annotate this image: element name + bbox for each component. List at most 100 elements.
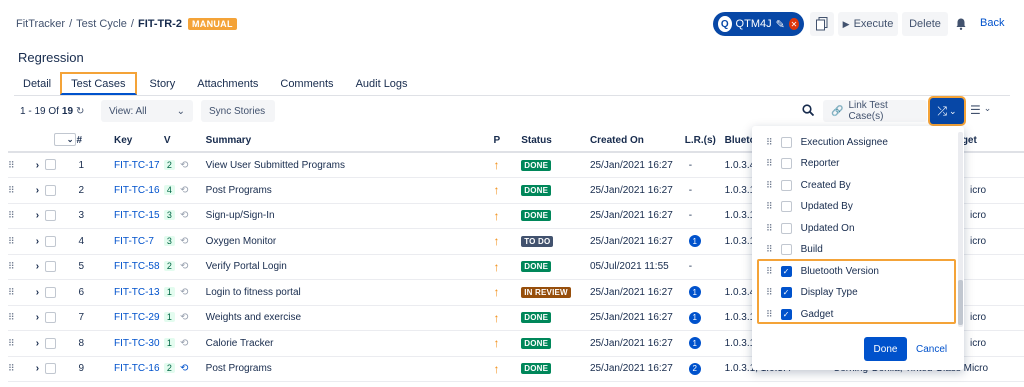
column-option[interactable]: ⠿ Reporter [766,154,840,174]
scrollbar-thumb[interactable] [958,280,963,325]
row-checkbox[interactable] [45,184,57,196]
drag-handle-icon[interactable]: ⠿ [8,236,15,246]
sync-icon[interactable]: ⟲ [180,363,188,374]
tab-test-cases[interactable]: Test Cases [60,72,137,95]
col-header-v[interactable]: V [164,135,171,146]
col-header-key[interactable]: Key [114,135,132,146]
expand-chevron-icon[interactable]: › [36,210,39,221]
column-option[interactable]: ⠿ Updated On [766,218,855,238]
expand-chevron-icon[interactable]: › [36,287,39,298]
linked-req-count[interactable]: 1 [688,337,701,350]
drag-handle-icon[interactable]: ⠿ [766,158,773,169]
drag-handle-icon[interactable]: ⠿ [8,160,15,170]
row-checkbox[interactable] [45,159,57,171]
col-header-status[interactable]: Status [521,135,552,146]
version-badge[interactable]: 4 [163,184,175,195]
drag-handle-icon[interactable]: ⠿ [8,363,15,373]
sync-icon[interactable]: ⟲ [180,185,188,196]
expand-chevron-icon[interactable]: › [36,261,39,272]
test-case-summary[interactable]: Post Programs [206,363,272,374]
test-case-summary[interactable]: Verify Portal Login [206,261,287,272]
notifications-button[interactable] [953,12,969,36]
column-option[interactable]: ⠿ Execution Assignee [766,132,888,152]
col-header-linked-requirements[interactable]: L.R.(s) [685,135,716,146]
select-all-checkbox[interactable] [56,135,65,144]
drag-handle-icon[interactable]: ⠿ [766,137,773,148]
version-badge[interactable]: 2 [163,261,175,272]
drag-handle-icon[interactable]: ⠿ [8,185,15,195]
row-checkbox[interactable] [45,312,57,324]
test-case-summary[interactable]: Weights and exercise [206,312,301,323]
row-checkbox[interactable] [45,337,57,349]
test-case-key-link[interactable]: FIT-TC-13 [114,287,160,298]
version-badge[interactable]: 3 [163,210,175,221]
sync-icon[interactable]: ⟲ [180,160,188,171]
test-case-key-link[interactable]: FIT-TC-15 [114,210,160,221]
link-test-case-button[interactable]: 🔗 Link Test Case(s) [823,100,927,122]
sync-icon[interactable]: ⟲ [180,287,188,298]
search-icon[interactable] [802,104,815,119]
column-option-checkbox[interactable] [780,136,792,148]
expand-chevron-icon[interactable]: › [36,236,39,247]
linked-req-count[interactable]: 2 [688,362,701,375]
done-button[interactable]: Done [864,337,907,361]
tab-story[interactable]: Story [141,72,185,95]
test-case-key-link[interactable]: FIT-TC-16 [114,185,160,196]
test-case-summary[interactable]: Calorie Tracker [206,338,274,349]
test-case-key-link[interactable]: FIT-TC-30 [114,338,160,349]
sync-icon[interactable]: ⟲ [180,210,188,221]
column-option[interactable]: ⠿ Created By [766,175,851,195]
view-select[interactable]: View: All ⌄ [101,100,193,122]
qtm4j-button[interactable]: Q QTM4J ✎ ✕ [713,12,804,36]
column-option-checkbox[interactable] [780,222,792,234]
test-case-key-link[interactable]: FIT-TC-7 [114,236,154,247]
tab-attachments[interactable]: Attachments [188,72,267,95]
filter-button[interactable]: ☰ ⌄ [970,103,991,117]
row-checkbox[interactable] [45,286,57,298]
drag-handle-icon[interactable]: ⠿ [766,244,773,255]
expand-chevron-icon[interactable]: › [36,312,39,323]
drag-handle-icon[interactable]: ⠿ [8,261,15,271]
expand-chevron-icon[interactable]: › [36,338,39,349]
expand-chevron-icon[interactable]: › [36,185,39,196]
sync-icon[interactable]: ⟲ [180,261,188,272]
refresh-icon[interactable]: ↻ [76,106,84,117]
test-case-summary[interactable]: Oxygen Monitor [206,236,277,247]
breadcrumb-app[interactable]: FitTracker [16,18,65,30]
version-badge[interactable]: 1 [163,286,175,297]
test-case-summary[interactable]: Post Programs [206,185,272,196]
sync-icon[interactable]: ⟲ [180,236,188,247]
execute-button[interactable]: ▶ Execute [838,12,898,36]
panel-scrollbar[interactable] [958,132,963,327]
column-option-checkbox[interactable] [780,201,792,212]
drag-handle-icon[interactable]: ⠿ [766,201,773,212]
drag-handle-icon[interactable]: ⠿ [8,210,15,220]
tab-detail[interactable]: Detail [14,72,60,95]
sync-icon[interactable]: ⟲ [180,312,188,323]
test-case-key-link[interactable]: FIT-TC-58 [114,261,160,272]
column-option[interactable]: ⠿ Build [766,240,823,260]
breadcrumb-section[interactable]: Test Cycle [76,18,127,30]
version-badge[interactable]: 2 [163,363,175,374]
column-option[interactable]: ⠿ Updated By [766,197,853,217]
version-badge[interactable]: 1 [163,312,175,323]
tab-audit-logs[interactable]: Audit Logs [347,72,417,95]
test-case-key-link[interactable]: FIT-TC-29 [114,312,160,323]
row-checkbox[interactable] [45,210,57,222]
test-case-summary[interactable]: Sign-up/Sign-In [206,210,275,221]
version-badge[interactable]: 1 [163,337,175,348]
select-all-dropdown[interactable]: ⌄ [53,133,77,147]
linked-req-count[interactable]: 1 [688,311,701,324]
back-link[interactable]: Back [980,17,1004,29]
expand-chevron-icon[interactable]: › [36,160,39,171]
row-checkbox[interactable] [45,235,57,247]
test-case-key-link[interactable]: FIT-TC-16 [114,363,160,374]
drag-handle-icon[interactable]: ⠿ [8,287,15,297]
test-case-summary[interactable]: Login to fitness portal [206,287,301,298]
drag-handle-icon[interactable]: ⠿ [8,338,15,348]
linked-req-count[interactable]: 1 [688,235,701,248]
col-header-created-on[interactable]: Created On [590,135,644,146]
version-badge[interactable]: 3 [163,235,175,246]
test-case-summary[interactable]: View User Submitted Programs [206,160,345,171]
tab-comments[interactable]: Comments [271,72,342,95]
